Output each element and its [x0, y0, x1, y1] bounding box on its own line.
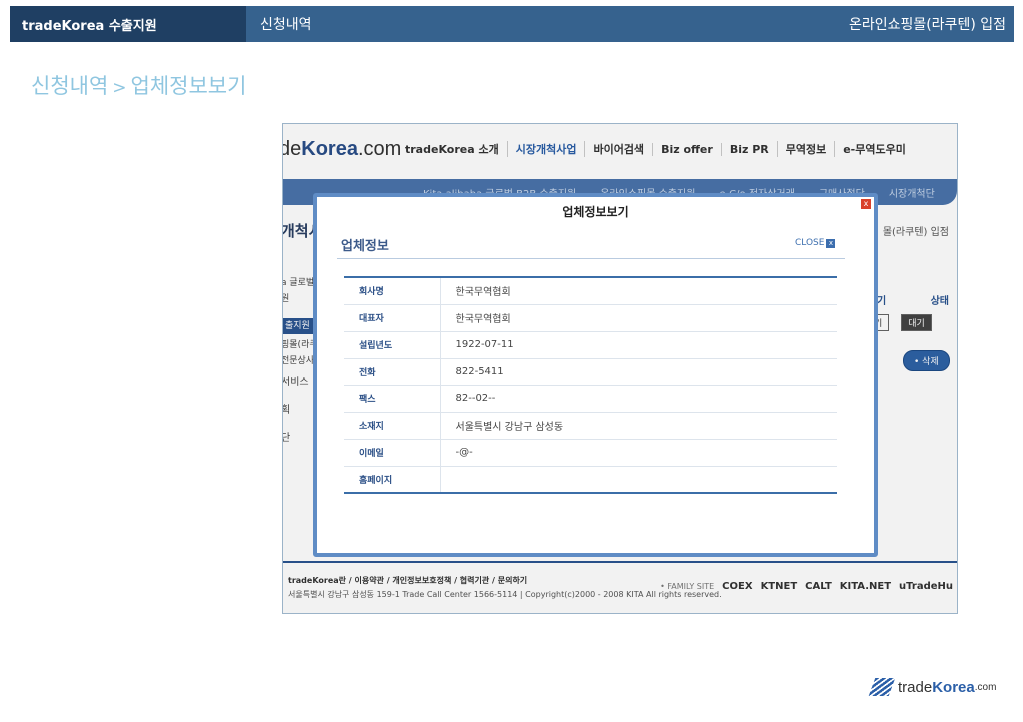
company-info-modal: 업체정보보기 x 업체정보 CLOSE x 회사명 한국무역협회 대표자 한국무역협… [313, 193, 878, 557]
field-label: 소재지 [344, 412, 441, 440]
table-row: 팩스 82--02-- [344, 385, 837, 413]
field-label: 전화 [344, 358, 441, 386]
table-row: 전화 822-5411 [344, 358, 837, 386]
table-row: 대표자 한국무역협회 [344, 304, 837, 332]
field-value: 822-5411 [440, 358, 837, 386]
logo-text-suffix: .com [974, 681, 997, 693]
breadcrumb: 신청내역 > 업체정보보기 [31, 70, 246, 100]
breadcrumb-separator: > [112, 78, 127, 98]
brand-title: tradeKorea 수출지원 [10, 6, 246, 42]
close-icon[interactable]: x [861, 199, 871, 209]
table-row: 회사명 한국무역협회 [344, 277, 837, 305]
footer-logo: trade Korea .com [868, 678, 997, 696]
field-value: 1922-07-11 [440, 331, 837, 359]
modal-title: 업체정보보기 [562, 205, 629, 219]
logo-text-trade: trade [898, 678, 933, 696]
close-label: CLOSE [795, 238, 825, 248]
table-row: 설립년도 1922-07-11 [344, 331, 837, 359]
field-value: -@- [440, 439, 837, 467]
service-title: 온라인쇼핑몰(라쿠텐) 입점 [848, 17, 1006, 33]
modal-heading: 업체정보 [341, 239, 389, 254]
field-label: 홈페이지 [344, 466, 441, 494]
section-title: 신청내역 [260, 17, 312, 33]
table-row: 홈페이지 [344, 466, 837, 494]
field-label: 설립년도 [344, 331, 441, 359]
table-row: 소재지 서울특별시 강남구 삼성동 [344, 412, 837, 440]
field-label: 팩스 [344, 385, 441, 413]
field-label: 회사명 [344, 277, 441, 305]
breadcrumb-part1[interactable]: 신청내역 [31, 74, 108, 98]
field-value: 한국무역협회 [440, 304, 837, 332]
table-row: 이메일 -@- [344, 439, 837, 467]
field-value [440, 466, 837, 494]
field-value: 서울특별시 강남구 삼성동 [440, 412, 837, 440]
field-label: 이메일 [344, 439, 441, 467]
field-value: 한국무역협회 [440, 277, 837, 305]
trade-logo-icon [868, 678, 896, 696]
field-value: 82--02-- [440, 385, 837, 413]
field-label: 대표자 [344, 304, 441, 332]
logo-text-korea: Korea [932, 678, 975, 696]
top-bar: tradeKorea 수출지원 신청내역 온라인쇼핑몰(라쿠텐) 입점 [10, 6, 1014, 42]
close-icon: x [826, 238, 836, 248]
breadcrumb-part2: 업체정보보기 [130, 74, 247, 98]
company-info-table: 회사명 한국무역협회 대표자 한국무역협회 설립년도 1922-07-11 전화 822… [344, 276, 837, 494]
heading-divider [337, 258, 845, 259]
close-button[interactable]: CLOSE x [795, 238, 836, 248]
